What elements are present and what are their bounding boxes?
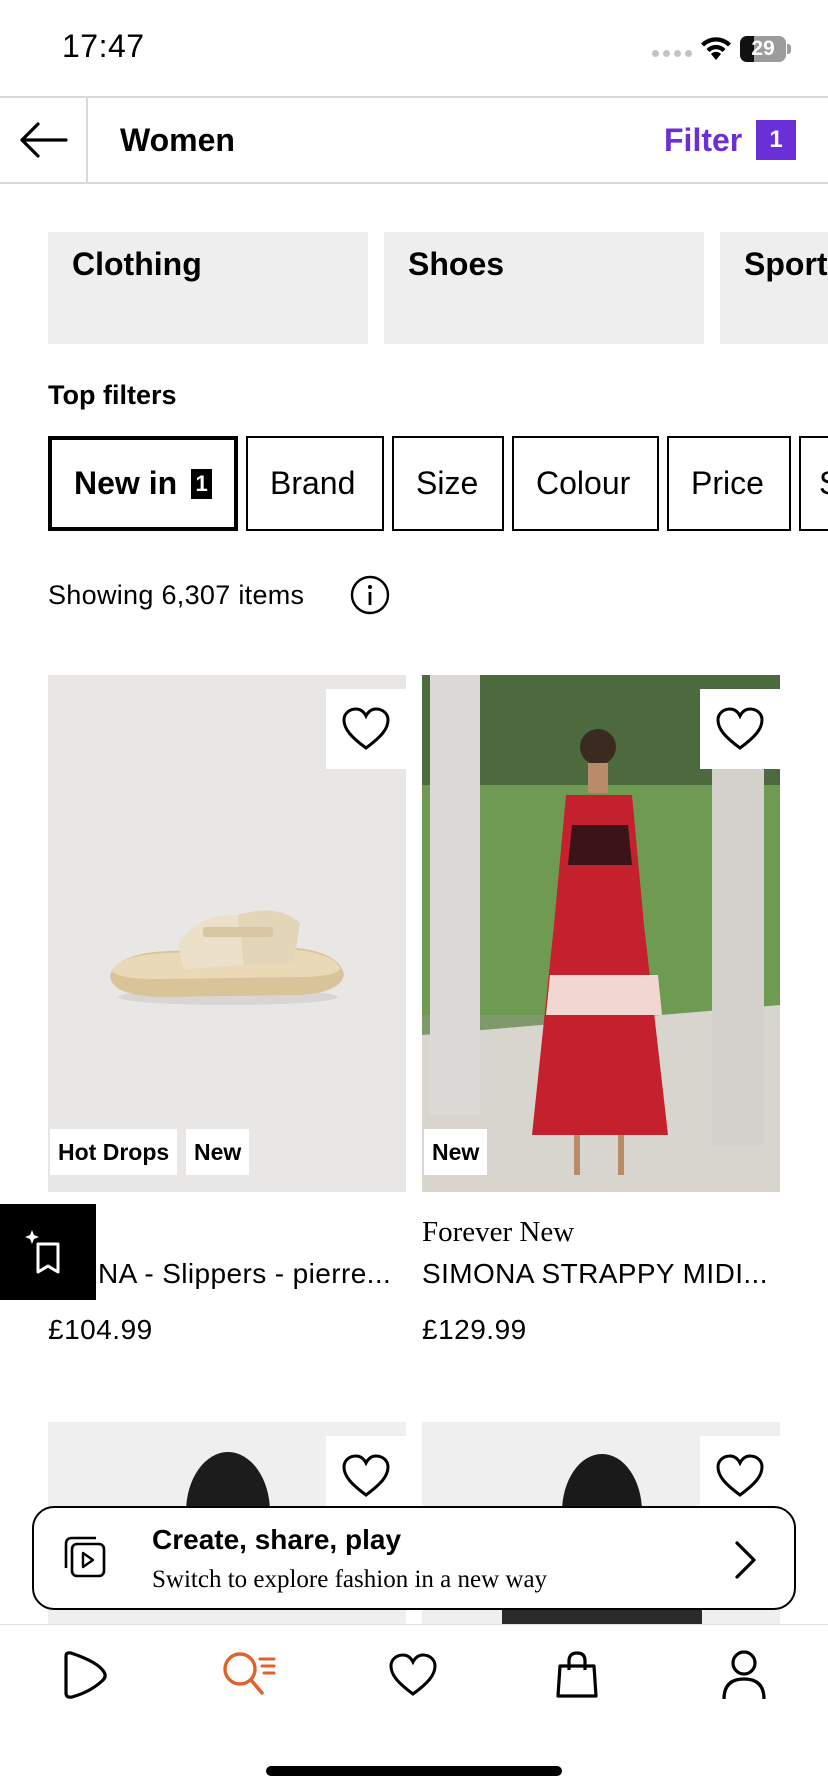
chip-label: S xyxy=(819,465,828,502)
filter-chip-new-in[interactable]: New in 1 xyxy=(48,436,238,531)
chip-label: Colour xyxy=(536,465,631,501)
explore-promo-banner[interactable]: Create, share, play Switch to explore fa… xyxy=(32,1506,796,1610)
info-icon[interactable] xyxy=(350,575,390,615)
search-icon xyxy=(223,1652,276,1695)
product-name[interactable]: NA - Slippers - pierre... xyxy=(98,1258,410,1290)
bag-icon xyxy=(556,1651,598,1698)
product-price: £129.99 xyxy=(422,1314,527,1345)
product-brand[interactable]: Forever New xyxy=(422,1216,574,1249)
tab-bag[interactable] xyxy=(547,1645,607,1705)
top-filters-heading: Top filters xyxy=(48,380,177,410)
compare-floating-button[interactable] xyxy=(0,1204,96,1300)
product-tag-new: New xyxy=(186,1129,250,1175)
play-icon xyxy=(64,1651,107,1699)
category-card-sport[interactable]: Sport xyxy=(720,232,828,344)
filter-chip-brand[interactable]: Brand xyxy=(246,436,384,531)
heart-icon xyxy=(342,707,390,750)
chip-label: Price xyxy=(691,465,764,501)
filter-chip-more[interactable]: S xyxy=(799,436,828,531)
chip-label: New in xyxy=(74,465,178,501)
product-image-slippers[interactable]: Hot Drops New xyxy=(48,675,406,1192)
wishlist-button[interactable] xyxy=(700,1436,780,1516)
filter-button[interactable]: Filter xyxy=(664,122,742,159)
results-count: Showing 6,307 items xyxy=(48,580,305,610)
battery-icon: 29 xyxy=(740,36,786,62)
chip-count-badge: 1 xyxy=(191,468,212,499)
header-bar: Women Filter 1 xyxy=(0,96,828,184)
filter-chip-size[interactable]: Size xyxy=(392,436,504,531)
tab-wishlist[interactable] xyxy=(383,1645,443,1705)
category-card-clothing[interactable]: Clothing xyxy=(48,232,368,344)
filter-count-badge[interactable]: 1 xyxy=(756,120,796,160)
wishlist-button[interactable] xyxy=(326,689,406,769)
product-name[interactable]: SIMONA STRAPPY MIDI... xyxy=(422,1258,780,1290)
page-title: Women xyxy=(120,122,235,158)
heart-icon xyxy=(716,1454,764,1497)
tab-profile[interactable] xyxy=(714,1645,774,1705)
heart-icon xyxy=(389,1653,437,1696)
chip-label: Brand xyxy=(270,465,356,501)
heart-icon xyxy=(716,707,764,750)
product-image-dress[interactable]: New xyxy=(422,675,780,1192)
product-tag-hot-drops: Hot Drops xyxy=(50,1129,178,1175)
video-stack-icon xyxy=(64,1536,106,1578)
tab-search[interactable] xyxy=(218,1645,278,1705)
heart-icon xyxy=(342,1454,390,1497)
filter-chip-colour[interactable]: Colour xyxy=(512,436,659,531)
cellular-signal-icon xyxy=(652,50,692,57)
tab-play[interactable] xyxy=(53,1645,113,1705)
banner-subtitle: Switch to explore fashion in a new way xyxy=(152,1566,548,1593)
status-time: 17:47 xyxy=(62,28,145,64)
back-button[interactable] xyxy=(0,98,88,182)
chip-label: Size xyxy=(416,465,479,501)
battery-nub xyxy=(787,44,791,54)
product-tag-new: New xyxy=(424,1129,488,1175)
battery-level: 29 xyxy=(751,37,775,60)
product-price: £104.99 xyxy=(48,1314,153,1345)
wishlist-button[interactable] xyxy=(326,1436,406,1516)
compare-sparkle-icon xyxy=(25,1230,60,1274)
filter-chip-price[interactable]: Price xyxy=(667,436,791,531)
chevron-right-icon xyxy=(735,1541,756,1579)
profile-icon xyxy=(722,1650,766,1700)
wishlist-button[interactable] xyxy=(700,689,780,769)
banner-title: Create, share, play xyxy=(152,1524,402,1555)
category-card-shoes[interactable]: Shoes xyxy=(384,232,704,344)
back-arrow-icon xyxy=(20,122,68,158)
wifi-icon xyxy=(701,37,731,60)
home-indicator xyxy=(266,1766,562,1776)
